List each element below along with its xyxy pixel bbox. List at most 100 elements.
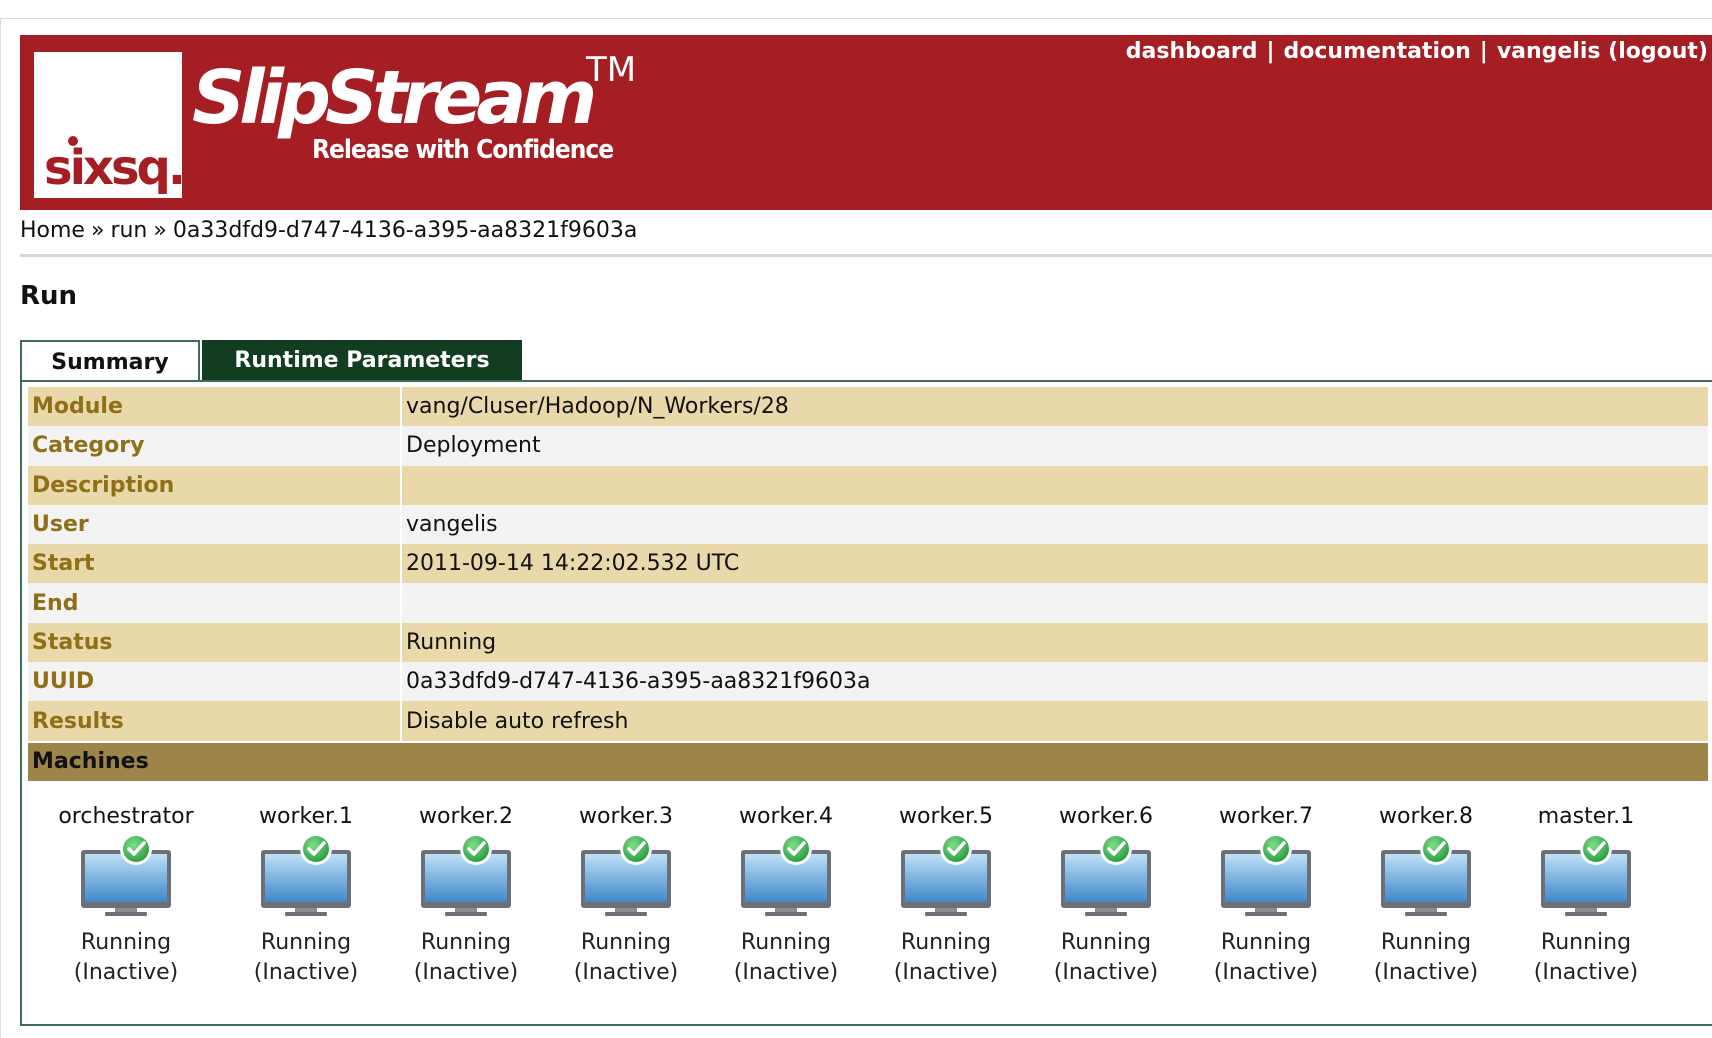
module-link[interactable]: vang/Cluser/Hadoop/N_Workers/28 [406, 394, 789, 419]
machine-worker-6[interactable]: worker.6 Running (Inactive) [1026, 802, 1186, 988]
nav-separator: | [1479, 38, 1488, 64]
top-navigation: dashboard | documentation | vangelis (lo… [1126, 35, 1708, 67]
machine-name: worker.2 [418, 804, 513, 829]
brand-tagline: Release with Confidence [312, 135, 614, 165]
breadcrumb-home[interactable]: Home [20, 218, 85, 243]
row-label: Status [28, 622, 400, 663]
row-value: vangelis [402, 504, 1708, 545]
computer-running-icon [1506, 832, 1666, 918]
computer-running-icon [546, 832, 706, 918]
machine-worker-5[interactable]: worker.5 Running (Inactive) [866, 802, 1026, 988]
machine-state: Running [1060, 930, 1152, 955]
nav-dashboard-link[interactable]: dashboard [1126, 39, 1258, 64]
machine-name: worker.1 [258, 804, 353, 829]
machine-activity: (Inactive) [573, 960, 679, 985]
machine-state: Running [740, 930, 832, 955]
row-value: Deployment [402, 426, 1708, 466]
machine-activity: (Inactive) [1053, 960, 1159, 985]
app-header: sixsq. SlipStream TM Release with Confid… [20, 35, 1712, 210]
machine-name: worker.4 [738, 804, 833, 829]
machine-state: Running [580, 930, 672, 955]
machine-state: Running [1380, 930, 1472, 955]
row-value [402, 583, 1708, 623]
computer-running-icon [1026, 832, 1186, 918]
page-title: Run [20, 281, 78, 311]
disable-auto-refresh-link[interactable]: Disable auto refresh [406, 709, 628, 734]
row-label: Start [28, 544, 400, 584]
machine-state: Running [1220, 930, 1312, 955]
computer-running-icon [1346, 832, 1506, 918]
row-value [402, 465, 1708, 505]
machine-worker-4[interactable]: worker.4 Running (Inactive) [706, 802, 866, 988]
sixsq-logo[interactable]: sixsq. [34, 52, 186, 198]
machine-state: Running [260, 930, 352, 955]
row-label: UUID [28, 662, 400, 702]
machines-grid: orchestrator Running (Inactive) worker.1 [22, 802, 1702, 1002]
machine-name: worker.5 [898, 804, 993, 829]
machine-worker-2[interactable]: worker.2 Running (Inactive) [386, 802, 546, 988]
machine-activity: (Inactive) [253, 960, 359, 985]
computer-running-icon [386, 832, 546, 918]
row-value: 2011-09-14 14:22:02.532 UTC [402, 544, 1708, 584]
machine-worker-3[interactable]: worker.3 Running (Inactive) [546, 802, 706, 988]
tab-summary[interactable]: Summary [20, 340, 200, 382]
machine-master-1[interactable]: master.1 Running (Inactive) [1506, 802, 1666, 988]
machine-name: orchestrator [58, 804, 194, 829]
machine-state: Running [420, 930, 512, 955]
machine-name: worker.7 [1218, 804, 1313, 829]
summary-table: Module vang/Cluser/Hadoop/N_Workers/28 C… [28, 387, 1708, 781]
summary-row-uuid: UUID 0a33dfd9-d747-4136-a395-aa8321f9603… [28, 662, 1708, 702]
summary-row-results: Results Disable auto refresh [28, 701, 1708, 741]
machine-activity: (Inactive) [413, 960, 519, 985]
machine-worker-1[interactable]: worker.1 Running (Inactive) [226, 802, 386, 988]
machine-activity: (Inactive) [733, 960, 839, 985]
status-value: Running [402, 622, 1708, 663]
summary-row-category: Category Deployment [28, 426, 1708, 466]
machines-section-header: Machines [28, 742, 1708, 781]
breadcrumb-run[interactable]: run [110, 218, 147, 243]
breadcrumb-separator: » [90, 217, 105, 243]
machine-activity: (Inactive) [1373, 960, 1479, 985]
row-label: End [28, 583, 400, 623]
summary-row-status: Status Running [28, 622, 1708, 663]
machine-worker-7[interactable]: worker.7 Running (Inactive) [1186, 802, 1346, 988]
computer-running-icon [866, 832, 1026, 918]
row-label: Results [28, 701, 400, 741]
row-value: vang/Cluser/Hadoop/N_Workers/28 [402, 387, 1708, 427]
row-label: Description [28, 465, 400, 505]
row-label: Module [28, 387, 400, 427]
computer-running-icon [226, 832, 386, 918]
brand-title: SlipStream [192, 55, 597, 141]
row-value: Disable auto refresh [402, 701, 1708, 741]
nav-documentation-link[interactable]: documentation [1284, 39, 1471, 64]
nav-separator: | [1266, 38, 1275, 64]
breadcrumb-current: 0a33dfd9-d747-4136-a395-aa8321f9603a [172, 217, 638, 243]
machine-name: worker.8 [1378, 804, 1473, 829]
summary-row-end: End [28, 583, 1708, 623]
breadcrumb-separator: » [153, 217, 167, 243]
machine-activity: (Inactive) [73, 960, 179, 985]
row-label: User [28, 504, 400, 545]
nav-user-logout-link[interactable]: vangelis (logout) [1497, 39, 1708, 64]
trademark-mark: TM [586, 50, 637, 90]
computer-running-icon [1186, 832, 1346, 918]
machine-worker-8[interactable]: worker.8 Running (Inactive) [1346, 802, 1506, 988]
machine-name: worker.6 [1058, 804, 1153, 829]
row-label: Category [28, 426, 400, 466]
machine-name: worker.3 [578, 804, 673, 829]
logo-text: sixsq. [44, 140, 186, 196]
machine-activity: (Inactive) [1213, 960, 1319, 985]
machine-activity: (Inactive) [1533, 960, 1639, 985]
breadcrumb: Home » run » 0a33dfd9-d747-4136-a395-aa8… [20, 216, 637, 244]
summary-row-start: Start 2011-09-14 14:22:02.532 UTC [28, 544, 1708, 584]
computer-running-icon [706, 832, 866, 918]
machine-orchestrator[interactable]: orchestrator Running (Inactive) [46, 802, 206, 988]
summary-row-user: User vangelis [28, 504, 1708, 545]
divider [20, 254, 1712, 257]
machine-state: Running [80, 930, 172, 955]
machine-name: master.1 [1537, 804, 1635, 829]
tab-runtime-parameters[interactable]: Runtime Parameters [202, 340, 522, 380]
summary-row-module: Module vang/Cluser/Hadoop/N_Workers/28 [28, 387, 1708, 427]
machine-activity: (Inactive) [893, 960, 999, 985]
row-value: 0a33dfd9-d747-4136-a395-aa8321f9603a [402, 662, 1708, 702]
